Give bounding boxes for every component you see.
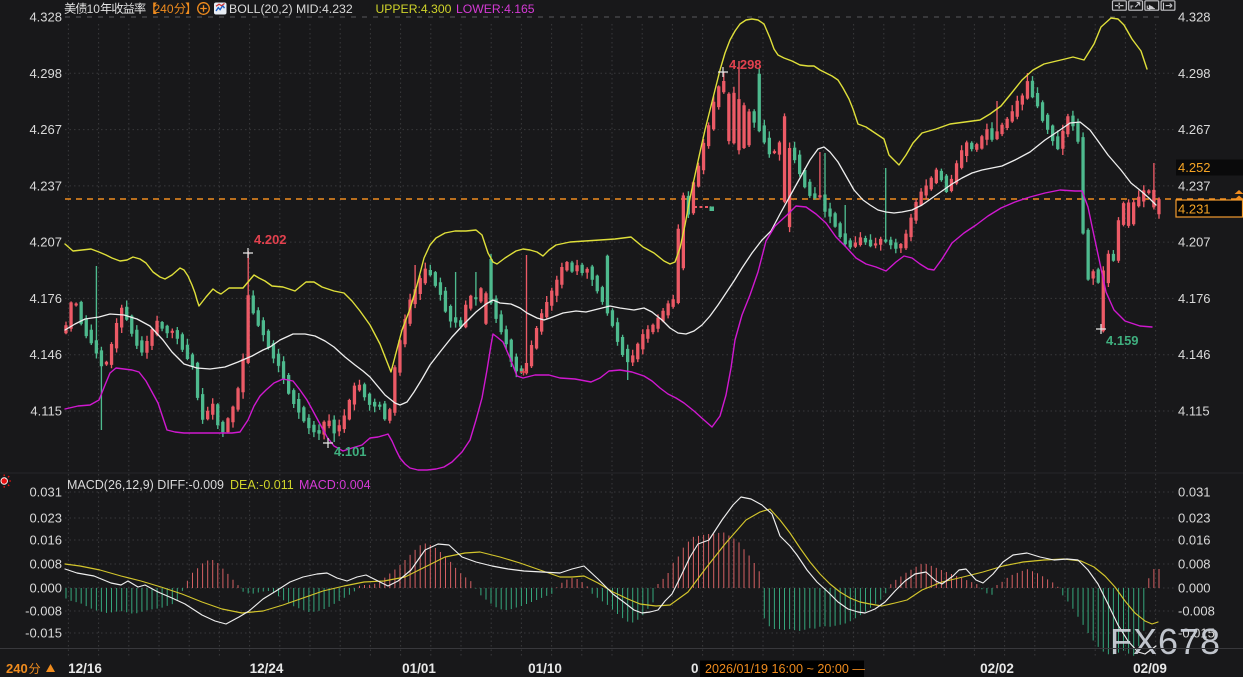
svg-text:UPPER:4.300: UPPER:4.300 bbox=[376, 2, 452, 16]
svg-text:0.023: 0.023 bbox=[29, 511, 62, 526]
svg-text:DEA:-0.011: DEA:-0.011 bbox=[230, 478, 294, 492]
svg-text:FX678: FX678 bbox=[1110, 621, 1221, 662]
svg-text:0.016: 0.016 bbox=[29, 533, 62, 548]
svg-text:-0.008: -0.008 bbox=[1178, 604, 1215, 619]
svg-text:4.237: 4.237 bbox=[1178, 178, 1211, 193]
svg-text:4.298: 4.298 bbox=[1178, 66, 1211, 81]
svg-text:4.298: 4.298 bbox=[29, 66, 62, 81]
svg-text:240: 240 bbox=[154, 2, 174, 16]
svg-text:0.031: 0.031 bbox=[1178, 485, 1211, 500]
svg-text:4.267: 4.267 bbox=[1178, 122, 1211, 137]
svg-text:4.298: 4.298 bbox=[729, 57, 762, 72]
svg-text:MACD:0.004: MACD:0.004 bbox=[299, 478, 371, 492]
svg-text:4.328: 4.328 bbox=[1178, 10, 1211, 25]
svg-text:0.000: 0.000 bbox=[1178, 581, 1211, 596]
svg-text:4.202: 4.202 bbox=[254, 232, 287, 247]
svg-text:4.146: 4.146 bbox=[29, 347, 62, 362]
svg-text:02/02: 02/02 bbox=[980, 661, 1014, 676]
svg-text:10: 10 bbox=[87, 2, 101, 16]
svg-text:4.207: 4.207 bbox=[29, 235, 62, 250]
svg-text:12/16: 12/16 bbox=[68, 661, 102, 676]
svg-text:01/10: 01/10 bbox=[528, 661, 562, 676]
svg-text:0.000: 0.000 bbox=[29, 581, 62, 596]
svg-text:01/01: 01/01 bbox=[402, 661, 436, 676]
svg-text:0: 0 bbox=[691, 661, 699, 676]
svg-text:-0.015: -0.015 bbox=[25, 626, 62, 641]
svg-text:0.008: 0.008 bbox=[29, 557, 62, 572]
svg-text:240: 240 bbox=[6, 661, 28, 676]
svg-text:4.207: 4.207 bbox=[1178, 235, 1211, 250]
svg-text:0.016: 0.016 bbox=[1178, 533, 1211, 548]
svg-text:4.231: 4.231 bbox=[1178, 202, 1211, 217]
svg-text:4.146: 4.146 bbox=[1178, 347, 1211, 362]
svg-text:4.115: 4.115 bbox=[30, 404, 62, 419]
svg-text:4.237: 4.237 bbox=[29, 178, 62, 193]
svg-text:0.031: 0.031 bbox=[29, 485, 62, 500]
svg-text:0.008: 0.008 bbox=[1178, 557, 1211, 572]
svg-text:02/09: 02/09 bbox=[1133, 661, 1167, 676]
svg-text:4.176: 4.176 bbox=[29, 291, 62, 306]
svg-text:4.159: 4.159 bbox=[1106, 333, 1139, 348]
svg-text:4.267: 4.267 bbox=[29, 122, 62, 137]
svg-text:LOWER:4.165: LOWER:4.165 bbox=[456, 2, 535, 16]
svg-text:4.101: 4.101 bbox=[334, 444, 367, 459]
svg-text:4.252: 4.252 bbox=[1178, 160, 1211, 175]
svg-text:-0.008: -0.008 bbox=[25, 604, 62, 619]
svg-text:BOLL(20,2) MID:4.232: BOLL(20,2) MID:4.232 bbox=[229, 2, 353, 16]
svg-text:4.328: 4.328 bbox=[29, 10, 62, 25]
svg-text:4.176: 4.176 bbox=[1178, 291, 1211, 306]
svg-text:2026/01/19 16:00 ~ 20:00 —: 2026/01/19 16:00 ~ 20:00 — bbox=[705, 662, 865, 676]
svg-text:4.115: 4.115 bbox=[1178, 404, 1210, 419]
svg-text:0.023: 0.023 bbox=[1178, 511, 1211, 526]
svg-text:12/24: 12/24 bbox=[250, 661, 284, 676]
svg-text:MACD(26,12,9) DIFF:-0.009: MACD(26,12,9) DIFF:-0.009 bbox=[67, 478, 224, 492]
